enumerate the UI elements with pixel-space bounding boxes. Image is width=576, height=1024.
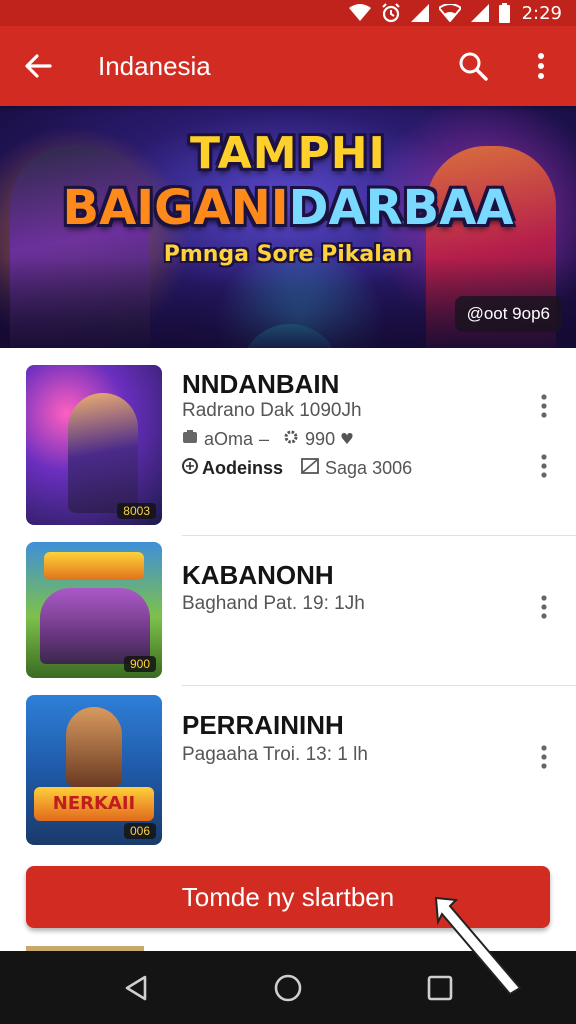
banner-title-word: BAIGANI (62, 180, 289, 236)
game-title: NNDANBAIN (182, 369, 340, 399)
stat-separator: – (259, 429, 270, 449)
item-menu-icon[interactable] (530, 739, 558, 775)
stat-value: 990 (305, 429, 336, 449)
game-title: KABANONH (182, 560, 334, 590)
image-icon (301, 458, 319, 479)
stat-value: aOma (204, 429, 254, 449)
app-bar: Indanesia (0, 26, 576, 106)
alarm-icon (381, 3, 401, 23)
heart-icon (341, 429, 353, 450)
game-thumbnail[interactable]: 900 (26, 542, 162, 678)
thumbnail-character (66, 707, 122, 787)
developer-name: Aodeinss (202, 458, 284, 478)
banner-title-line1: TAMPHI (190, 128, 386, 179)
signal-icon (470, 4, 489, 22)
game-meta: Pagaaha Troi. 13: 1 lh (182, 744, 368, 765)
list-item[interactable]: 900 KABANONH Baghand Pat. 19: 1Jh (0, 536, 576, 686)
game-meta: Radrano Dak 1090Jh (182, 400, 362, 421)
banner-subtitle: Pmnga Sore Pikalan (163, 242, 413, 267)
wifi-icon (348, 4, 371, 22)
thumbnail-tag: 900 (123, 656, 156, 672)
list-item[interactable]: 8003 NNDANBAIN Radrano Dak 1090Jh aOma –… (0, 348, 576, 536)
game-thumbnail[interactable]: NERKAII 006 (26, 695, 162, 845)
controller-icon (182, 429, 198, 450)
thumbnail-tag: 8003 (117, 503, 156, 519)
back-arrow-icon[interactable] (0, 26, 76, 106)
list-item[interactable]: NERKAII 006 PERRAININH Pagaaha Troi. 13:… (0, 686, 576, 848)
status-time: 2:29 (521, 2, 562, 24)
developer-icon (182, 458, 198, 479)
page-title: Indanesia (98, 50, 211, 81)
featured-banner[interactable]: TAMPHI BAIGANIDARBAA Pmnga Sore Pikalan … (0, 106, 576, 348)
developer-row: Aodeinss Saga 3006 (182, 458, 412, 479)
game-stats: aOma – 990 (182, 429, 353, 450)
download-count: Saga 3006 (325, 458, 413, 478)
home-circle-icon[interactable] (258, 958, 318, 1018)
pointer-cursor-icon (434, 896, 524, 1001)
back-triangle-icon[interactable] (106, 958, 166, 1018)
signal-icon (410, 4, 429, 22)
search-icon[interactable] (440, 26, 506, 106)
battery-icon (498, 3, 510, 23)
thumbnail-logo (44, 552, 144, 580)
item-menu-icon[interactable] (530, 589, 558, 625)
thumbnail-tag: 006 (123, 823, 156, 839)
gear-icon (283, 429, 299, 450)
status-bar: 2:29 (0, 0, 576, 26)
thumbnail-emblem: NERKAII (34, 787, 154, 821)
game-title: PERRAININH (182, 710, 344, 740)
thumbnail-characters (40, 588, 150, 664)
wifi-icon (438, 4, 461, 22)
game-meta: Baghand Pat. 19: 1Jh (182, 593, 365, 614)
item-menu-icon[interactable] (530, 448, 558, 484)
banner-badge: @oot 9op6 (454, 296, 562, 332)
thumbnail-character (68, 393, 138, 513)
more-vert-icon[interactable] (506, 26, 576, 106)
banner-title-word: DARBAA (288, 180, 514, 236)
item-menu-icon[interactable] (530, 388, 558, 424)
game-thumbnail[interactable]: 8003 (26, 365, 162, 525)
banner-title-line2: BAIGANIDARBAA (0, 180, 576, 236)
